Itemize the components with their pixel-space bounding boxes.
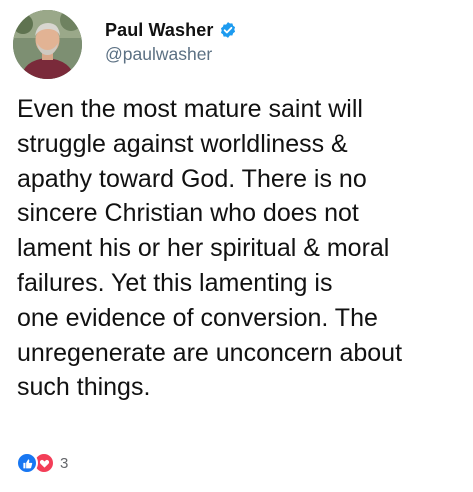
avatar[interactable] — [13, 10, 82, 79]
author-display-name[interactable]: Paul Washer — [105, 20, 213, 41]
verified-badge-icon — [219, 21, 237, 39]
tweet-text: Even the most mature saint will struggle… — [17, 95, 403, 402]
reaction-count[interactable]: 3 — [60, 455, 68, 472]
profile-photo — [13, 10, 82, 79]
author-handle[interactable]: @paulwasher — [105, 44, 212, 65]
like-reaction-icon[interactable] — [16, 452, 38, 474]
tweet-screenshot-card: Paul Washer @paulwasher Even the most ma… — [0, 0, 473, 492]
reaction-bar[interactable]: 3 — [16, 452, 68, 474]
author-name-row: Paul Washer — [105, 18, 237, 42]
